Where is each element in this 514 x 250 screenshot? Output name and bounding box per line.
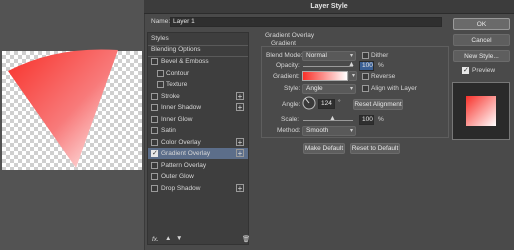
method-select[interactable]: Smooth ▾ [302, 126, 356, 136]
opacity-label: Opacity: [276, 62, 300, 69]
reset-alignment-button[interactable]: Reset Alignment [353, 99, 403, 110]
style-checkbox[interactable] [151, 173, 158, 180]
reset-to-default-button[interactable]: Reset to Default [350, 143, 400, 154]
style-select[interactable]: Angle ▾ [302, 84, 356, 94]
opacity-slider-handle[interactable]: ▲ [348, 61, 355, 68]
gradient-picker-dropdown[interactable]: ▾ [348, 71, 357, 81]
reverse-label: Reverse [371, 73, 396, 80]
style-item-label[interactable]: Inner Shadow [161, 104, 201, 111]
blending-options-item[interactable]: Blending Options [148, 44, 248, 56]
style-item-label[interactable]: Drop Shadow [161, 185, 200, 192]
style-item-label[interactable]: Pattern Overlay [161, 162, 206, 169]
style-checkbox[interactable] [151, 104, 158, 111]
preview-swatch [466, 96, 496, 126]
style-item-label[interactable]: Texture [166, 81, 187, 88]
move-down-icon[interactable]: ▼ [176, 235, 182, 242]
section-title: Gradient Overlay [265, 32, 315, 39]
style-checkbox[interactable] [157, 81, 164, 88]
add-icon[interactable]: + [236, 138, 244, 147]
scale-input[interactable]: 100 [359, 115, 374, 125]
name-label: Name: [151, 18, 171, 25]
checkmark-icon: ✓ [463, 67, 469, 74]
angle-dial[interactable] [302, 96, 316, 110]
reverse-checkbox[interactable] [362, 73, 369, 80]
canvas-layer-shape [8, 49, 118, 169]
blending-divider [148, 56, 248, 57]
scale-slider-handle[interactable]: ▲ [329, 115, 336, 122]
opacity-unit: % [378, 62, 384, 69]
angle-label: Angle: [282, 101, 301, 108]
blend-mode-label: Blend Mode: [266, 52, 303, 59]
scale-slider-track[interactable] [303, 120, 353, 121]
add-icon[interactable]: + [236, 92, 244, 101]
style-checkbox[interactable] [151, 58, 158, 65]
style-checkbox[interactable] [151, 93, 158, 100]
chevron-down-icon: ▾ [351, 73, 355, 79]
style-item-label[interactable]: Inner Glow [161, 116, 192, 123]
dialog-title: Layer Style [310, 3, 348, 10]
cancel-button[interactable]: Cancel [453, 34, 510, 46]
checkmark-icon: ✓ [152, 150, 158, 157]
style-checkbox[interactable] [151, 162, 158, 169]
method-label: Method: [277, 127, 301, 134]
chevron-down-icon: ▾ [349, 128, 353, 134]
style-item-label[interactable]: Bevel & Emboss [161, 58, 209, 65]
style-checkbox[interactable] [151, 185, 158, 192]
name-input[interactable]: Layer 1 [170, 17, 442, 27]
trash-icon[interactable]: 🗑 [242, 235, 250, 243]
style-item-label[interactable]: Gradient Overlay [161, 150, 210, 157]
gradient-swatch[interactable] [302, 71, 348, 81]
method-value: Smooth [306, 127, 329, 134]
style-item-label[interactable]: Contour [166, 70, 189, 77]
scale-label: Scale: [281, 116, 300, 123]
angle-input[interactable]: 124 [318, 99, 335, 109]
angle-unit: ° [338, 99, 341, 106]
blend-mode-value: Normal [306, 52, 327, 59]
style-item-label[interactable]: Stroke [161, 93, 180, 100]
preview-label: Preview [472, 67, 496, 74]
gradient-label: Gradient: [273, 73, 300, 80]
style-label: Style: [284, 85, 301, 92]
move-up-icon[interactable]: ▲ [165, 235, 171, 242]
new-style-button[interactable]: New Style... [453, 50, 510, 62]
style-item-label[interactable]: Outer Glow [161, 173, 194, 180]
scale-unit: % [378, 116, 384, 123]
blend-mode-select[interactable]: Normal ▾ [302, 51, 356, 61]
opacity-input[interactable]: 100 [359, 61, 374, 71]
style-checkbox[interactable] [157, 70, 164, 77]
align-label: Align with Layer [371, 85, 417, 92]
style-checkbox[interactable] [151, 116, 158, 123]
align-checkbox[interactable] [362, 85, 369, 92]
style-checkbox[interactable] [151, 139, 158, 146]
style-item-label[interactable]: Satin [161, 127, 176, 134]
opacity-slider-track[interactable] [303, 66, 353, 67]
fx-icon[interactable]: fx. [152, 236, 159, 243]
dither-label: Dither [371, 52, 389, 59]
dither-checkbox[interactable] [362, 52, 369, 59]
chevron-down-icon: ▾ [349, 53, 353, 59]
add-icon[interactable]: + [236, 184, 244, 193]
add-icon[interactable]: + [236, 149, 244, 158]
make-default-button[interactable]: Make Default [303, 143, 345, 154]
preview-checkbox[interactable]: ✓ [462, 67, 469, 74]
ok-button[interactable]: OK [453, 18, 510, 30]
style-value: Angle [306, 85, 323, 92]
style-checkbox[interactable]: ✓ [151, 150, 158, 157]
add-icon[interactable]: + [236, 103, 244, 112]
style-checkbox[interactable] [151, 127, 158, 134]
style-item-label[interactable]: Color Overlay [161, 139, 201, 146]
chevron-down-icon: ▾ [349, 86, 353, 92]
